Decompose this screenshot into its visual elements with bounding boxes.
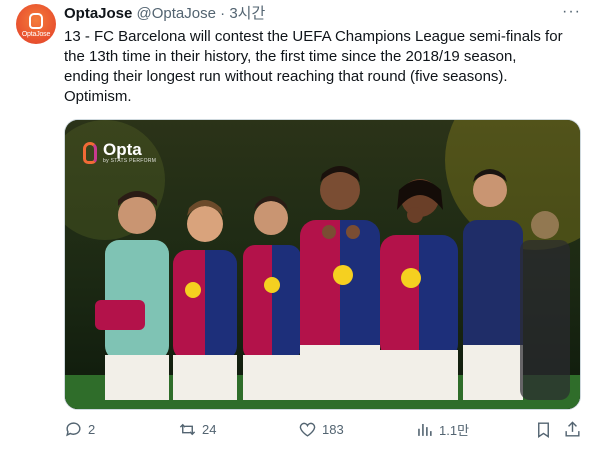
handle[interactable]: @OptaJose — [137, 5, 216, 22]
heart-icon — [299, 422, 316, 437]
reply-count: 2 — [88, 422, 96, 437]
watermark-main: Opta — [103, 140, 142, 159]
repost-button[interactable]: 24 — [178, 420, 216, 439]
action-bar: 2 24 183 1.1만 — [64, 420, 584, 444]
views-button[interactable]: 1.1만 — [415, 420, 469, 439]
share-button[interactable] — [563, 420, 587, 439]
views-count: 1.1만 — [439, 423, 470, 438]
repost-icon — [179, 423, 196, 436]
like-button[interactable]: 183 — [298, 420, 344, 439]
bookmark-icon — [538, 422, 549, 438]
avatar[interactable]: OptaJose — [16, 4, 56, 44]
tweet-header: OptaJose @OptaJose · 3시간 — [64, 5, 265, 23]
opta-mark-icon — [83, 142, 97, 164]
display-name[interactable]: OptaJose — [64, 5, 132, 22]
tweet-image[interactable]: Opta by STATS PERFORM — [64, 119, 581, 410]
tweet-text: 13 - FC Barcelona will contest the UEFA … — [64, 28, 563, 105]
bookmark-button[interactable] — [534, 420, 558, 439]
opta-logo-icon — [29, 12, 43, 29]
share-icon — [565, 421, 580, 437]
views-icon — [418, 423, 432, 436]
repost-count: 24 — [202, 422, 217, 437]
timestamp[interactable]: 3시간 — [229, 5, 265, 22]
like-count: 183 — [322, 422, 344, 437]
reply-icon — [66, 422, 81, 437]
more-options-button[interactable]: ··· — [562, 4, 581, 20]
dot-separator: · — [220, 5, 226, 22]
watermark-sub: by STATS PERFORM — [103, 158, 157, 164]
opta-watermark: Opta by STATS PERFORM — [83, 140, 157, 164]
avatar-text: OptaJose — [21, 30, 51, 38]
reply-button[interactable]: 2 — [64, 420, 95, 439]
